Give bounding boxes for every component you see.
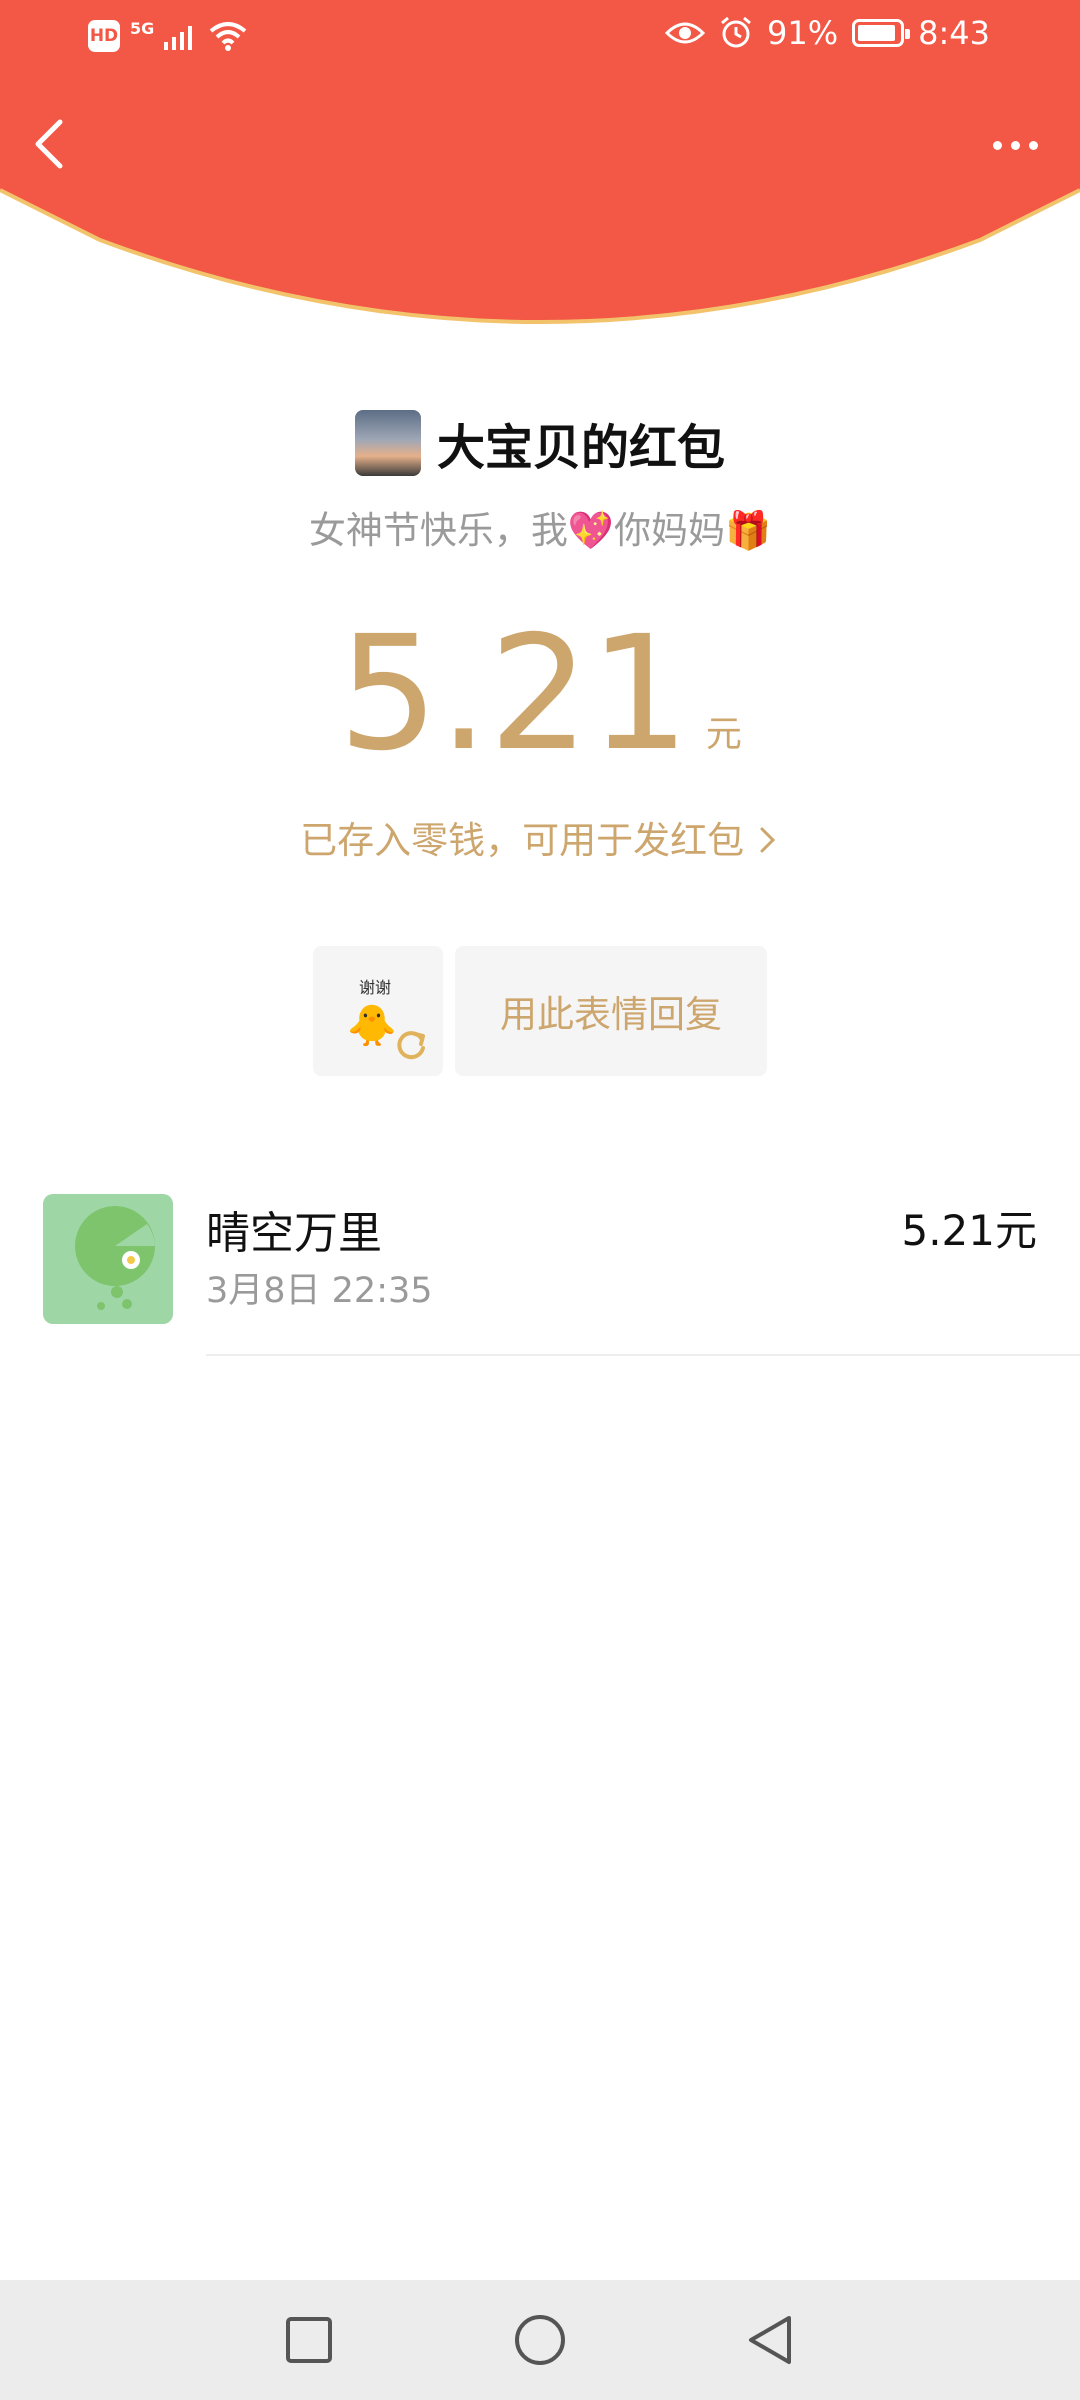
eye-icon — [665, 22, 706, 44]
receive-amount: 5.21元 — [901, 1206, 1037, 1255]
saved-to-wallet-link[interactable]: 已存入零钱，可用于发红包 — [0, 810, 1080, 864]
amount-value: 5.21 — [338, 602, 690, 786]
amount-unit: 元 — [705, 714, 742, 755]
chevron-left-icon — [35, 119, 63, 169]
status-bar: HD 5G 91% 8:43 — [0, 0, 1080, 80]
alarm-icon — [721, 16, 751, 48]
sender-avatar[interactable] — [354, 410, 421, 476]
sticker-figure-icon: 🐥 — [347, 1003, 397, 1049]
back-nav-icon[interactable] — [740, 2310, 800, 2370]
receive-time: 3月8日 22:35 — [206, 1271, 433, 1311]
back-button[interactable] — [26, 110, 76, 180]
divider — [206, 1354, 1080, 1356]
more-dot-icon — [1010, 140, 1020, 150]
sticker-caption: 谢谢 — [359, 978, 392, 997]
greeting-message: 女神节快乐，我💖你妈妈🎁 — [308, 509, 772, 552]
more-button[interactable] — [980, 120, 1050, 170]
list-item[interactable]: 晴空万里 3月8日 22:35 5.21元 — [0, 1190, 1080, 1356]
refresh-icon[interactable] — [393, 1026, 429, 1062]
home-icon[interactable] — [510, 2310, 570, 2370]
clock: 8:43 — [918, 14, 990, 52]
sender-row: 大宝贝的红包 — [0, 408, 1080, 478]
battery-level — [858, 25, 895, 41]
sender-name: 大宝贝的红包 — [436, 420, 725, 476]
receiver-avatar[interactable] — [43, 1194, 173, 1324]
more-dot-icon — [1028, 140, 1038, 150]
status-left: HD 5G — [88, 18, 248, 52]
chevron-right-icon — [760, 827, 775, 853]
battery-percent: 91% — [767, 14, 839, 52]
more-dot-icon — [992, 140, 1002, 150]
saved-note-text: 已存入零钱，可用于发红包 — [300, 819, 745, 862]
receiver-name: 晴空万里 — [206, 1208, 382, 1259]
amount-row: 5.21 元 — [0, 615, 1080, 773]
system-nav-bar — [0, 2280, 1080, 2400]
wifi-icon — [209, 22, 247, 51]
network-type: 5G — [130, 18, 155, 38]
recent-apps-icon[interactable] — [279, 2310, 339, 2370]
sticker-thumbnail[interactable]: 谢谢 🐥 — [313, 946, 443, 1076]
status-right: 91% 8:43 — [665, 14, 990, 52]
signal-icon — [164, 26, 193, 50]
hd-icon: HD — [88, 20, 120, 52]
battery-icon — [852, 19, 911, 47]
reply-with-sticker-button[interactable]: 用此表情回复 — [455, 946, 767, 1076]
